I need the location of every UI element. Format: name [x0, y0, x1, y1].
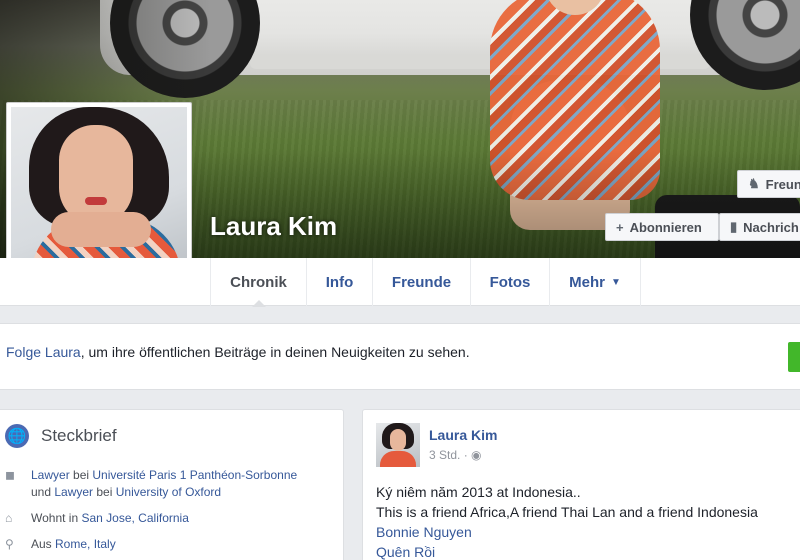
follow-banner: Folge Laura, um ihre öffentlichen Beiträ…	[0, 323, 800, 390]
tab-info[interactable]: Info	[306, 258, 372, 306]
post-body: Ký niêm năm 2013 at Indonesia.. This is …	[376, 484, 758, 560]
follow-button[interactable]	[788, 342, 800, 372]
home-icon: ⌂	[5, 511, 13, 525]
post-timestamp[interactable]: 3 Std. · ◉	[429, 448, 482, 462]
job-link[interactable]: Lawyer	[54, 485, 93, 499]
tab-fotos[interactable]: Fotos	[470, 258, 549, 306]
add-friend-button[interactable]: ♞ Freun	[737, 170, 800, 198]
intro-from: ⚲ Aus Rome, Italy	[5, 537, 116, 551]
tagged-person-link[interactable]: Bonnie Nguyen	[376, 522, 758, 542]
profile-name[interactable]: Laura Kim	[210, 211, 337, 242]
add-friend-icon: ♞	[748, 176, 760, 191]
plus-icon: +	[616, 219, 624, 235]
intro-card: 🌐 Steckbrief ◼ Lawyer bei Université Par…	[0, 409, 344, 560]
globe-icon: ◉	[471, 448, 482, 462]
message-icon: ▮	[730, 219, 738, 234]
location-pin-icon: ⚲	[5, 537, 14, 551]
intro-work: ◼ Lawyer bei Université Paris 1 Panthéon…	[5, 468, 298, 499]
follow-text: , um ihre öffentlichen Beiträge in deine…	[80, 344, 470, 360]
follow-link[interactable]: Folge Laura	[6, 344, 81, 360]
employer-link[interactable]: University of Oxford	[116, 485, 221, 499]
tagged-person-link[interactable]: Quên Rồi	[376, 542, 758, 560]
current-city-link[interactable]: San Jose, California	[81, 511, 188, 525]
post-author[interactable]: Laura Kim	[429, 427, 497, 443]
post-card: Laura Kim 3 Std. · ◉ Ký niêm năm 2013 at…	[362, 409, 800, 560]
chevron-down-icon: ▼	[610, 276, 621, 288]
tab-freunde[interactable]: Freunde	[372, 258, 470, 306]
employer-link[interactable]: Université Paris 1 Panthéon-Sorbonne	[92, 468, 297, 482]
intro-lives: ⌂ Wohnt in San Jose, California	[5, 511, 189, 525]
tab-chronik[interactable]: Chronik	[210, 258, 306, 307]
intro-title: Steckbrief	[41, 426, 117, 445]
message-button[interactable]: ▮ Nachrich	[719, 213, 800, 241]
globe-icon: 🌐	[5, 424, 29, 448]
briefcase-icon: ◼	[5, 468, 15, 482]
hometown-link[interactable]: Rome, Italy	[55, 537, 116, 551]
tab-mehr[interactable]: Mehr ▼	[549, 258, 641, 306]
post-avatar[interactable]	[376, 423, 420, 467]
subscribe-button[interactable]: + Abonnieren	[605, 213, 719, 241]
profile-nav: Chronik Info Freunde Fotos Mehr ▼	[0, 258, 800, 307]
job-link[interactable]: Lawyer	[31, 468, 70, 482]
